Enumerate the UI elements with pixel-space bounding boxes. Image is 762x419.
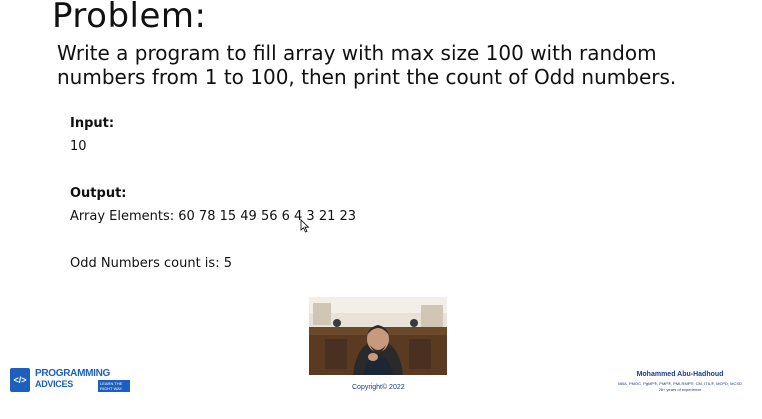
logo-tagline: LEARN THE RIGHT WAY bbox=[98, 380, 130, 392]
copyright-text: Copyright© 2022 bbox=[352, 384, 405, 391]
author-experience: 26+ years of experience bbox=[658, 387, 702, 392]
slide-title: Problem: bbox=[52, 0, 207, 36]
input-label: Input: bbox=[70, 116, 115, 131]
presenter-webcam bbox=[309, 297, 447, 375]
author-block: Mohammed Abu-Hadhoud MBA, PMOC, PgMP®, P… bbox=[605, 371, 755, 392]
output-label: Output: bbox=[70, 186, 127, 201]
input-value: 10 bbox=[70, 139, 87, 154]
problem-statement: Write a program to fill array with max s… bbox=[57, 41, 747, 89]
problem-line-1: Write a program to fill array with max s… bbox=[57, 41, 657, 65]
programming-advices-logo: </> PROGRAMMING ADVICES LEARN THE RIGHT … bbox=[10, 368, 130, 396]
array-elements-text: Array Elements: 60 78 15 49 56 6 4 3 21 … bbox=[70, 209, 357, 224]
logo-line-1: PROGRAMMING bbox=[35, 368, 111, 379]
mouse-cursor-icon bbox=[300, 219, 310, 233]
logo-code-icon: </> bbox=[10, 368, 30, 392]
author-name: Mohammed Abu-Hadhoud bbox=[636, 371, 724, 378]
presenter-video-image bbox=[309, 297, 447, 375]
logo-line-2: ADVICES bbox=[35, 379, 73, 389]
problem-line-2: numbers from 1 to 100, then print the co… bbox=[57, 65, 677, 89]
author-certifications: MBA, PMOC, PgMP®, PMP®, PMI-RMP®, CM, IT… bbox=[618, 381, 742, 386]
odd-count-text: Odd Numbers count is: 5 bbox=[70, 256, 232, 271]
